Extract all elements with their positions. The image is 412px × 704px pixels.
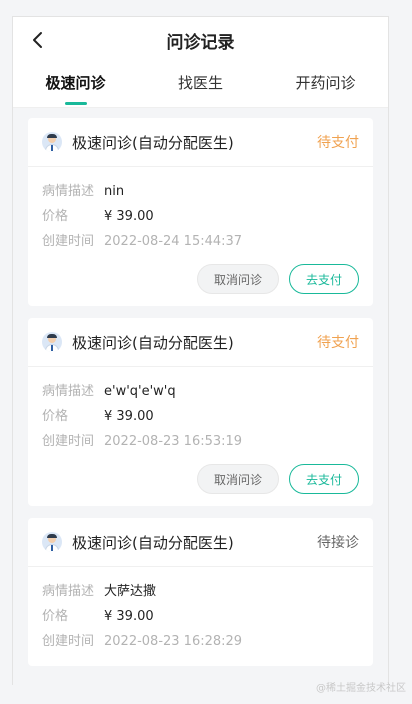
status-badge: 待支付 — [317, 335, 359, 351]
desc-label: 病情描述 — [42, 184, 95, 199]
chevron-left-icon — [33, 32, 42, 48]
desc-value: nin — [104, 184, 125, 199]
pay-button[interactable]: 去支付 — [289, 264, 359, 294]
created-row: 创建时间 2022-08-24 15:44:37 — [42, 229, 359, 254]
desc-row: 病情描述 大萨达撒 — [42, 579, 359, 604]
card-body: 病情描述 大萨达撒 价格 ¥ 39.00 创建时间 2022-08-23 16:… — [28, 567, 373, 666]
order-card[interactable]: 极速问诊(自动分配医生) 待接诊 病情描述 大萨达撒 价格 ¥ 39.00 创建… — [28, 518, 373, 666]
desc-label: 病情描述 — [42, 584, 95, 599]
card-actions: 取消问诊 去支付 — [42, 264, 359, 294]
card-body: 病情描述 e'w'q'e'w'q 价格 ¥ 39.00 创建时间 2022-08… — [28, 367, 373, 506]
order-title: 极速问诊(自动分配医生) — [72, 533, 234, 552]
price-row: 价格 ¥ 39.00 — [42, 204, 359, 229]
desc-row: 病情描述 nin — [42, 179, 359, 204]
tab-label: 找医生 — [177, 74, 223, 92]
created-label: 创建时间 — [42, 434, 95, 449]
tab-label: 极速问诊 — [45, 74, 106, 92]
watermark-text: @稀土掘金技术社区 — [316, 683, 406, 694]
price-row: 价格 ¥ 39.00 — [42, 604, 359, 629]
created-label: 创建时间 — [42, 234, 95, 249]
price-value: ¥ 39.00 — [104, 609, 154, 624]
desc-label: 病情描述 — [42, 384, 95, 399]
price-value: ¥ 39.00 — [104, 409, 154, 424]
tab-bar: 极速问诊 找医生 开药问诊 — [13, 63, 388, 108]
page-title: 问诊记录 — [166, 32, 235, 53]
card-header: 极速问诊(自动分配医生) 待支付 — [28, 318, 373, 367]
doctor-avatar-icon — [42, 132, 62, 152]
order-title: 极速问诊(自动分配医生) — [72, 133, 234, 152]
status-badge: 待接诊 — [317, 535, 359, 551]
price-label: 价格 — [42, 209, 69, 224]
created-row: 创建时间 2022-08-23 16:53:19 — [42, 429, 359, 454]
cancel-consult-button[interactable]: 取消问诊 — [197, 264, 279, 294]
pay-button[interactable]: 去支付 — [289, 464, 359, 494]
price-label: 价格 — [42, 409, 69, 424]
tab-prescription-consult[interactable]: 开药问诊 — [263, 63, 388, 107]
app-screen: 问诊记录 极速问诊 找医生 开药问诊 极速问诊(自动分配医生) 待支付 病情描述… — [12, 16, 389, 685]
order-card[interactable]: 极速问诊(自动分配医生) 待支付 病情描述 e'w'q'e'w'q 价格 ¥ 3… — [28, 318, 373, 506]
created-row: 创建时间 2022-08-23 16:28:29 — [42, 629, 359, 654]
back-button[interactable] — [25, 27, 51, 53]
card-header: 极速问诊(自动分配医生) 待接诊 — [28, 518, 373, 567]
desc-value: e'w'q'e'w'q — [104, 384, 176, 399]
created-label: 创建时间 — [42, 634, 95, 649]
card-header: 极速问诊(自动分配医生) 待支付 — [28, 118, 373, 167]
doctor-avatar-icon — [42, 332, 62, 352]
created-value: 2022-08-23 16:28:29 — [104, 634, 243, 649]
created-value: 2022-08-23 16:53:19 — [104, 434, 243, 449]
tab-quick-consult[interactable]: 极速问诊 — [13, 63, 138, 107]
desc-value: 大萨达撒 — [104, 584, 157, 599]
card-body: 病情描述 nin 价格 ¥ 39.00 创建时间 2022-08-24 15:4… — [28, 167, 373, 306]
nav-bar: 问诊记录 — [13, 17, 388, 63]
price-label: 价格 — [42, 609, 69, 624]
tab-label: 开药问诊 — [295, 74, 356, 92]
card-actions: 取消问诊 去支付 — [42, 464, 359, 494]
order-card[interactable]: 极速问诊(自动分配医生) 待支付 病情描述 nin 价格 ¥ 39.00 创建时… — [28, 118, 373, 306]
tab-active-indicator — [64, 102, 87, 105]
order-title: 极速问诊(自动分配医生) — [72, 333, 234, 352]
order-list: 极速问诊(自动分配医生) 待支付 病情描述 nin 价格 ¥ 39.00 创建时… — [13, 108, 388, 666]
status-badge: 待支付 — [317, 135, 359, 151]
desc-row: 病情描述 e'w'q'e'w'q — [42, 379, 359, 404]
created-value: 2022-08-24 15:44:37 — [104, 234, 243, 249]
price-row: 价格 ¥ 39.00 — [42, 404, 359, 429]
cancel-consult-button[interactable]: 取消问诊 — [197, 464, 279, 494]
doctor-avatar-icon — [42, 532, 62, 552]
price-value: ¥ 39.00 — [104, 209, 154, 224]
tab-find-doctor[interactable]: 找医生 — [138, 63, 263, 107]
